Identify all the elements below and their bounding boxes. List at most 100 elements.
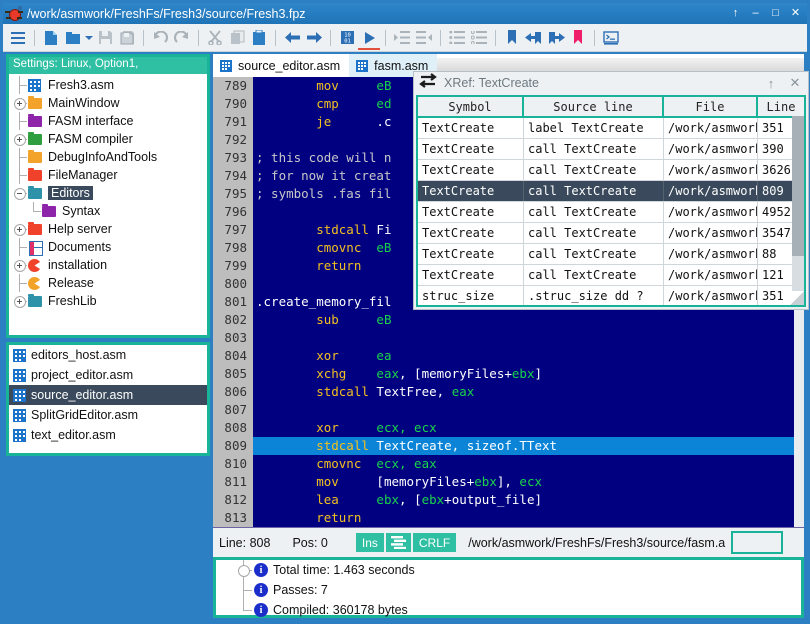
project-tree[interactable]: Fresh3.asm MainWindow FASM interface FAS… xyxy=(9,74,207,335)
redo-icon[interactable] xyxy=(171,26,193,50)
tree-item-fasm-compiler[interactable]: FASM compiler xyxy=(9,130,207,148)
insert-mode-badge[interactable]: Ins xyxy=(355,533,384,552)
cut-icon[interactable] xyxy=(204,26,226,50)
tab-source-editor[interactable]: source_editor.asm xyxy=(213,54,350,77)
table-row[interactable]: TextCreate call TextCreate /work/asmwork… xyxy=(418,223,804,244)
code-line: xor ea xyxy=(256,348,392,363)
tree-item-fasm-interface[interactable]: FASM interface xyxy=(9,112,207,130)
table-row[interactable]: TextCreate call TextCreate /work/asmwork… xyxy=(418,160,804,181)
tree-item-debuginfoandtools[interactable]: DebugInfoAndTools xyxy=(9,148,207,166)
forward-icon[interactable] xyxy=(303,26,325,50)
expander-plus-icon[interactable] xyxy=(13,292,27,310)
list-item-selected[interactable]: source_editor.asm xyxy=(9,385,207,405)
column-header-symbol[interactable]: Symbol xyxy=(418,97,524,116)
grid-vertical-scrollbar[interactable] xyxy=(792,116,804,305)
expander-plus-icon[interactable] xyxy=(13,130,27,148)
uncomment-icon[interactable] xyxy=(468,26,490,50)
table-row[interactable]: TextCreate label TextCreate /work/asmwor… xyxy=(418,118,804,139)
copy-icon[interactable] xyxy=(226,26,248,50)
pacman-icon xyxy=(27,258,43,272)
line-number: 812 xyxy=(224,492,247,507)
eol-mode-badge[interactable]: CRLF xyxy=(412,533,457,552)
open-file-icon[interactable] xyxy=(62,26,84,50)
table-row[interactable]: TextCreate call TextCreate /work/asmwork… xyxy=(418,244,804,265)
tree-item-help-server[interactable]: Help server xyxy=(9,220,207,238)
expander-plus-icon[interactable] xyxy=(13,220,27,238)
menu-icon[interactable] xyxy=(7,26,29,50)
output-row[interactable]: i Compiled: 360178 bytes xyxy=(216,600,801,620)
undo-icon[interactable] xyxy=(149,26,171,50)
tree-item-filemanager[interactable]: FileManager xyxy=(9,166,207,184)
paste-icon[interactable] xyxy=(248,26,270,50)
file-list-pane[interactable]: editors_host.asm project_editor.asm sour… xyxy=(6,342,210,456)
xref-results-grid[interactable]: Symbol Source line File Line TextCreate … xyxy=(416,95,806,307)
tree-item-installation[interactable]: installation xyxy=(9,256,207,274)
unindent-icon[interactable] xyxy=(413,26,435,50)
save-all-icon[interactable] xyxy=(116,26,138,50)
column-header-source-line[interactable]: Source line xyxy=(524,97,664,116)
line-number: 807 xyxy=(224,402,247,417)
tree-item-freshlib[interactable]: FreshLib xyxy=(9,292,207,310)
cell-file: /work/asmwork xyxy=(664,286,758,305)
new-file-icon[interactable] xyxy=(40,26,62,50)
rollup-button[interactable]: ↑ xyxy=(726,5,745,22)
compiler-output-pane[interactable]: i Total time: 1.463 seconds i Passes: 7 … xyxy=(213,557,804,618)
close-button[interactable]: ✕ xyxy=(786,5,805,22)
bookmark-icon[interactable] xyxy=(501,26,523,50)
dialog-close-button[interactable]: ✕ xyxy=(786,74,804,92)
save-icon[interactable] xyxy=(94,26,116,50)
compile-icon[interactable]: 10 01 xyxy=(336,26,358,50)
tree-item-mainwindow[interactable]: MainWindow xyxy=(9,94,207,112)
output-row[interactable]: i Passes: 7 xyxy=(216,580,801,600)
maximize-button[interactable]: □ xyxy=(766,5,785,22)
list-item[interactable]: text_editor.asm xyxy=(9,425,207,445)
output-row[interactable]: i Total time: 1.463 seconds xyxy=(216,560,801,580)
list-item[interactable]: project_editor.asm xyxy=(9,365,207,385)
column-header-file[interactable]: File xyxy=(664,97,758,116)
dialog-rollup-button[interactable]: ↑ xyxy=(762,74,780,92)
open-dropdown-icon[interactable] xyxy=(84,26,94,50)
expander-plus-icon[interactable] xyxy=(13,256,27,274)
column-header-line[interactable]: Line xyxy=(758,97,804,116)
back-icon[interactable] xyxy=(281,26,303,50)
line-number: 802 xyxy=(224,312,247,327)
table-row-selected[interactable]: TextCreate call TextCreate /work/asmwork… xyxy=(418,181,804,202)
toolbar-separator xyxy=(275,29,276,46)
prev-bookmark-icon[interactable] xyxy=(523,26,545,50)
expander-plus-icon[interactable] xyxy=(238,565,250,577)
tree-item-release[interactable]: Release xyxy=(9,274,207,292)
tree-item-syntax[interactable]: Syntax xyxy=(9,202,207,220)
tree-item-label: FileManager xyxy=(48,168,118,182)
grid-scrollbar-thumb[interactable] xyxy=(792,116,804,256)
tree-item-label: FASM compiler xyxy=(48,132,133,146)
tree-item-documents[interactable]: Documents xyxy=(9,238,207,256)
table-row[interactable]: TextCreate call TextCreate /work/asmwork… xyxy=(418,202,804,223)
comment-icon[interactable] xyxy=(446,26,468,50)
table-row[interactable]: TextCreate call TextCreate /work/asmwork… xyxy=(418,139,804,160)
code-line: mov [memoryFiles+ebx], ecx xyxy=(256,474,542,489)
list-item[interactable]: SplitGridEditor.asm xyxy=(9,405,207,425)
project-tree-pane: Settings: Linux, Option1, Fresh3.asm Mai… xyxy=(6,54,210,338)
resize-grip[interactable] xyxy=(790,291,804,305)
table-row[interactable]: struc_size .struc_size dd ? /work/asmwor… xyxy=(418,286,804,305)
cell-symbol: TextCreate xyxy=(418,181,524,201)
indent-icon[interactable] xyxy=(391,26,413,50)
list-item[interactable]: editors_host.asm xyxy=(9,345,207,365)
next-bookmark-icon[interactable] xyxy=(545,26,567,50)
xref-dialog[interactable]: XRef: TextCreate ↑ ✕ Symbol Source line … xyxy=(413,71,809,310)
tree-item-editors[interactable]: Editors xyxy=(9,184,207,202)
xref-arrows-icon xyxy=(418,72,438,94)
terminal-icon[interactable] xyxy=(600,26,622,50)
table-row[interactable]: TextCreate call TextCreate /work/asmwork… xyxy=(418,265,804,286)
expander-plus-icon[interactable] xyxy=(13,94,27,112)
lines-icon[interactable] xyxy=(385,533,411,552)
line-number: 797 xyxy=(224,222,247,237)
list-item-label: text_editor.asm xyxy=(31,428,116,442)
run-icon[interactable] xyxy=(358,26,380,50)
clear-bookmark-icon[interactable] xyxy=(567,26,589,50)
minimize-button[interactable]: – xyxy=(746,5,765,22)
expander-minus-icon[interactable] xyxy=(13,184,27,202)
code-line: sub eB xyxy=(256,312,392,327)
tree-item-fresh3[interactable]: Fresh3.asm xyxy=(9,76,207,94)
status-extra-box[interactable] xyxy=(731,531,784,554)
